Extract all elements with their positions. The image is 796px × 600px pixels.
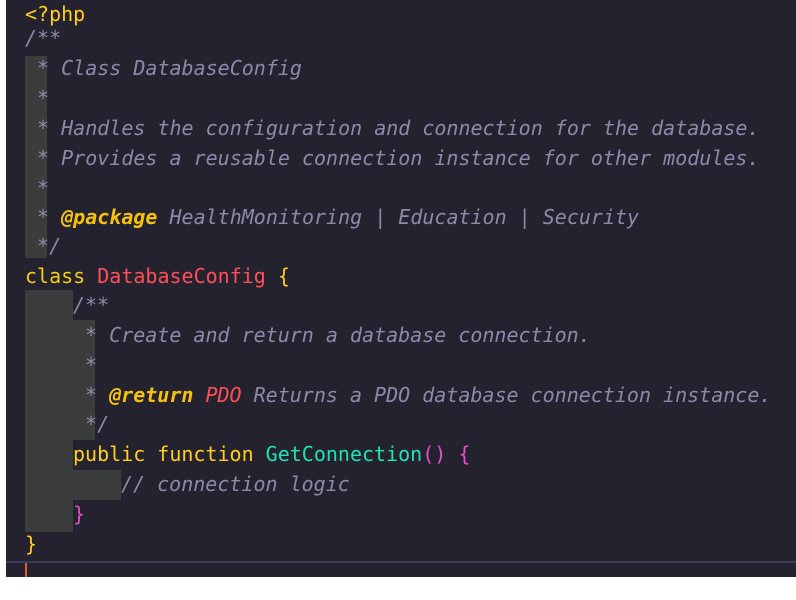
doc-comment: * <box>25 86 50 110</box>
code-line-18: } <box>73 500 85 530</box>
doc-comment: * Handles the configuration and connecti… <box>25 116 760 140</box>
code-line-16: public function GetConnection() { <box>73 440 470 470</box>
code-line-15: */ <box>73 410 109 440</box>
current-line-border <box>6 561 796 563</box>
code-line-3: * Class DatabaseConfig <box>25 54 302 84</box>
code-line-11: /** <box>73 291 109 321</box>
doc-comment: * <box>73 353 98 377</box>
indent-guide <box>73 470 121 500</box>
doc-comment: */ <box>25 234 62 258</box>
class-keyword: class <box>25 264 86 288</box>
package-tag: @package <box>61 205 158 229</box>
function-keyword: function <box>157 442 254 466</box>
code-line-4: * <box>25 84 49 114</box>
php-open-tag: <?php <box>25 2 86 26</box>
line-comment: // connection logic <box>121 472 350 496</box>
public-keyword: public <box>73 442 146 466</box>
code-line-12: * Create and return a database connectio… <box>73 321 591 351</box>
text-cursor <box>25 563 27 577</box>
doc-comment-text: Returns a PDO database connection instan… <box>241 383 772 407</box>
doc-comment-text: HealthMonitoring | Education | Security <box>157 205 640 229</box>
function-parens: () <box>422 442 447 466</box>
doc-comment: * Provides a reusable connection instanc… <box>25 146 760 170</box>
doc-comment: */ <box>73 412 110 436</box>
code-line-2: /** <box>25 24 61 54</box>
code-line-6: * Provides a reusable connection instanc… <box>25 144 760 174</box>
doc-comment-prefix: * <box>73 383 110 407</box>
code-line-17: // connection logic <box>121 470 350 500</box>
class-name: DatabaseConfig <box>97 264 266 288</box>
return-type: PDO <box>205 383 242 407</box>
indent-guide <box>25 290 73 532</box>
code-line-13: * <box>73 351 97 381</box>
code-line-9: */ <box>25 232 61 262</box>
doc-comment: * Class DatabaseConfig <box>25 56 302 80</box>
doc-comment-prefix: * <box>25 205 62 229</box>
function-open-brace: { <box>458 442 471 466</box>
code-editor[interactable]: <?php /** * Class DatabaseConfig * * Han… <box>6 0 796 577</box>
return-tag: @return <box>109 383 194 407</box>
function-name: GetConnection <box>265 442 423 466</box>
code-line-10: class DatabaseConfig { <box>25 262 290 292</box>
code-line-19: } <box>25 530 37 560</box>
class-open-brace: { <box>277 264 290 288</box>
code-line-7: * <box>25 174 49 204</box>
doc-comment: /** <box>25 26 62 50</box>
code-line-14: * @return PDO Returns a PDO database con… <box>73 381 771 411</box>
doc-comment: * <box>25 176 50 200</box>
doc-comment: * Create and return a database connectio… <box>73 323 591 347</box>
code-line-8: * @package HealthMonitoring | Education … <box>25 203 639 233</box>
doc-comment: /** <box>73 293 110 317</box>
class-close-brace: } <box>25 532 38 556</box>
code-line-5: * Handles the configuration and connecti… <box>25 114 760 144</box>
function-close-brace: } <box>73 502 86 526</box>
